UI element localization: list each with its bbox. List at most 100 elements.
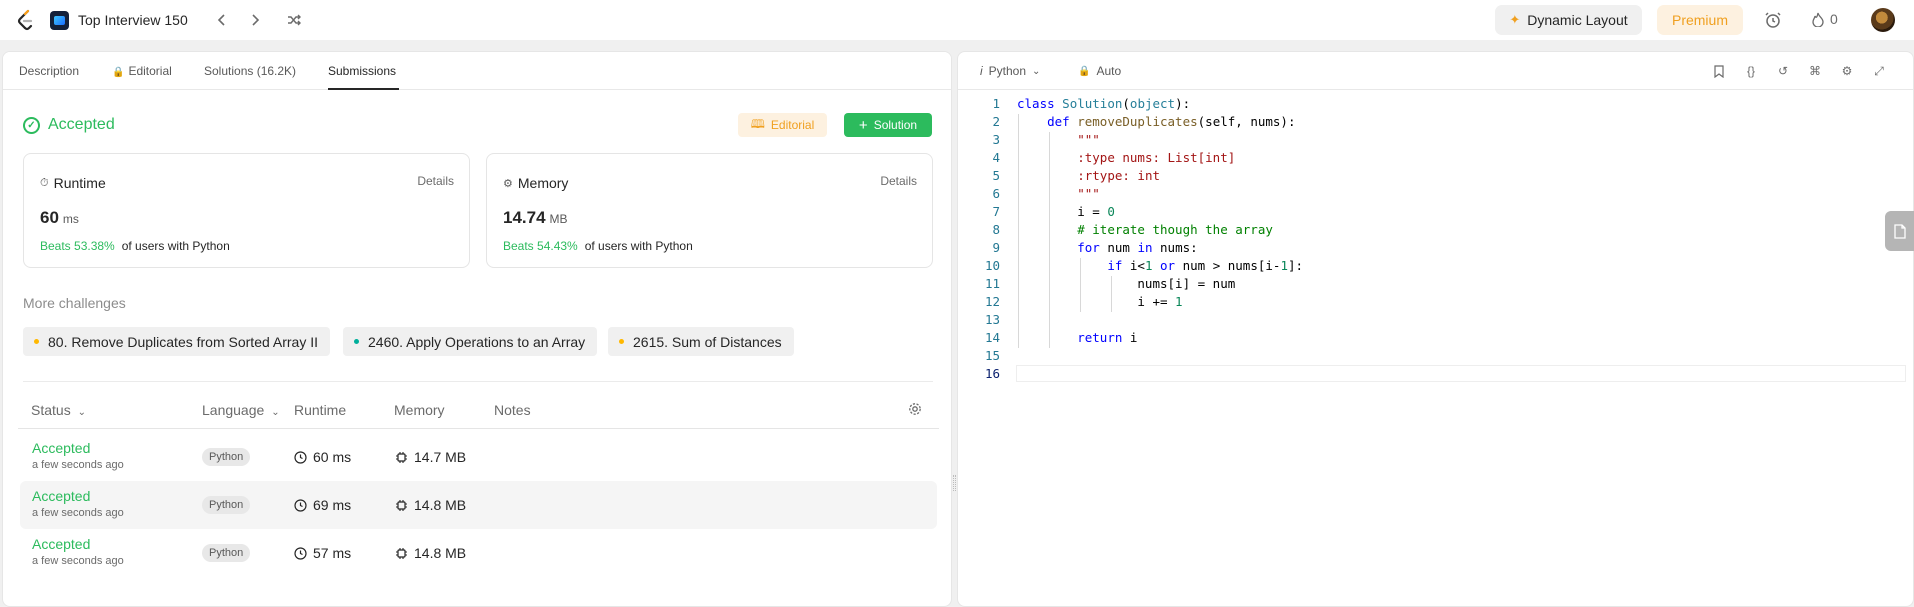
study-plan-icon[interactable] (50, 11, 69, 30)
auto-mode-label: Auto (1096, 64, 1122, 78)
format-code-icon[interactable]: {} (1743, 63, 1759, 79)
chevron-right-icon (252, 14, 260, 26)
settings-icon[interactable]: ⚙ (1839, 63, 1855, 79)
chip-icon (396, 547, 407, 559)
memory-beats-suffix: of users with Python (584, 239, 693, 253)
memory-beats-percent: Beats 54.43% (503, 239, 578, 253)
language-column-header[interactable]: Language ⌄ (202, 402, 280, 418)
code-line: i += 1 (1017, 294, 1183, 309)
row-memory: 14.7 MB (414, 449, 467, 465)
tab-description[interactable]: Description (19, 64, 79, 78)
more-challenges-heading: More challenges (23, 295, 126, 311)
row-time: a few seconds ago (32, 507, 124, 519)
memory-cell: 14.7 MB (395, 449, 466, 465)
code-line: return i (1077, 330, 1138, 345)
row-status[interactable]: Accepted (32, 488, 124, 504)
row-status[interactable]: Accepted (32, 440, 124, 456)
streak-counter[interactable]: 0 (1812, 11, 1838, 27)
table-header-divider (18, 428, 939, 429)
row-time: a few seconds ago (32, 555, 124, 567)
document-icon (1893, 223, 1906, 239)
shuffle-button[interactable] (283, 9, 305, 31)
chevron-down-icon: ⌄ (1032, 65, 1041, 77)
memory-column-header: Memory (394, 402, 445, 418)
tab-editorial-label: Editorial (128, 64, 172, 78)
code-line: :type nums: List[int] (1077, 150, 1236, 165)
dynamic-layout-button[interactable]: ✦ Dynamic Layout (1495, 5, 1642, 35)
runtime-card[interactable]: ⏱ Runtime Details 60 ms Beats 53.38% of us… (23, 153, 470, 268)
current-line-highlight (1016, 365, 1906, 382)
challenge-chip[interactable]: 2460. Apply Operations to an Array (343, 327, 598, 356)
active-tab-indicator (328, 88, 399, 90)
bookmark-icon[interactable] (1711, 63, 1727, 79)
editorial-button[interactable]: 🕮 Editorial (738, 113, 827, 137)
difficulty-dot (34, 339, 39, 344)
memory-details-link[interactable]: Details (880, 174, 917, 188)
streak-count: 0 (1830, 11, 1838, 27)
language-badge: Python (202, 448, 251, 466)
timer-button[interactable] (1762, 9, 1784, 31)
code-line: class Solution(object): (1017, 96, 1191, 111)
status-cell: Accepted a few seconds ago (32, 488, 124, 519)
code-editor-panel: i Python ⌄ 🔒 Auto {} ↺ ⌘ ⚙ ⤢ 1 2 3 4 5 6… (957, 51, 1914, 607)
post-solution-button[interactable]: + Solution (844, 113, 932, 137)
memory-card[interactable]: ⚙ Memory Details 14.74 MB Beats 54.43% of … (486, 153, 933, 268)
premium-button[interactable]: Premium (1657, 5, 1743, 35)
memory-beats: Beats 54.43% of users with Python (503, 239, 693, 253)
language-selector[interactable]: i Python ⌄ (980, 64, 1040, 78)
chevron-down-icon: ⌄ (77, 407, 86, 418)
code-line: nums[i] = num (1017, 276, 1236, 291)
tab-submissions[interactable]: Submissions (328, 64, 396, 78)
gear-icon[interactable] (908, 402, 922, 416)
code-line: if i<1 or num > nums[i-1]: (1107, 258, 1304, 273)
notes-column-header: Notes (494, 402, 531, 418)
left-panel: Description 🔒 Editorial Solutions (16.2K)… (2, 51, 952, 607)
shuffle-icon (288, 14, 301, 26)
code-line: """ (1077, 186, 1100, 201)
memory-cell: 14.8 MB (395, 497, 466, 513)
editor-toolbar: i Python ⌄ 🔒 Auto {} ↺ ⌘ ⚙ ⤢ (958, 52, 1913, 90)
row-status[interactable]: Accepted (32, 536, 124, 552)
difficulty-dot (354, 339, 359, 344)
code-line: """ (1077, 132, 1100, 147)
challenge-chip[interactable]: 2615. Sum of Distances (608, 327, 794, 356)
leetcode-logo-icon[interactable] (16, 9, 36, 31)
runtime-value: 60 (40, 208, 59, 227)
status-column-header[interactable]: Status ⌄ (31, 402, 86, 418)
user-avatar[interactable] (1871, 8, 1895, 32)
runtime-beats-percent: Beats 53.38% (40, 239, 115, 253)
check-circle-icon: ✓ (23, 116, 40, 134)
clock-icon (294, 546, 307, 560)
line-number: 12 (984, 294, 1000, 309)
next-problem-button[interactable] (244, 9, 266, 31)
fullscreen-icon[interactable]: ⤢ (1871, 63, 1887, 79)
runtime-beats: Beats 53.38% of users with Python (40, 239, 230, 253)
row-runtime: 60 ms (313, 449, 352, 465)
auto-mode-toggle[interactable]: 🔒 Auto (1078, 64, 1121, 78)
table-row[interactable]: Accepted a few seconds ago Python 69 ms … (20, 481, 937, 529)
line-number: 4 (992, 150, 1000, 165)
table-row[interactable]: Accepted a few seconds ago Python 57 ms … (20, 529, 937, 577)
reset-icon[interactable]: ↺ (1775, 63, 1791, 79)
chevron-down-icon: ⌄ (271, 407, 280, 418)
runtime-value-row: 60 ms (40, 208, 79, 228)
tab-solutions[interactable]: Solutions (16.2K) (204, 64, 296, 78)
dynamic-layout-label: Dynamic Layout (1527, 12, 1628, 28)
prev-problem-button[interactable] (211, 9, 233, 31)
line-number: 2 (992, 114, 1000, 129)
status-cell: Accepted a few seconds ago (32, 536, 124, 567)
section-divider (23, 381, 933, 382)
notes-side-tab[interactable] (1885, 211, 1914, 251)
problem-list-title[interactable]: Top Interview 150 (78, 12, 188, 28)
line-number: 6 (992, 186, 1000, 201)
challenge-chip[interactable]: 80. Remove Duplicates from Sorted Array … (23, 327, 330, 356)
submission-result-status: ✓ Accepted (23, 116, 115, 134)
runtime-details-link[interactable]: Details (417, 174, 454, 188)
runtime-cell: 57 ms (294, 545, 351, 561)
tab-editorial[interactable]: 🔒 Editorial (112, 64, 172, 78)
clock-icon (294, 498, 307, 512)
shortcuts-icon[interactable]: ⌘ (1807, 63, 1823, 79)
solution-button-label: Solution (873, 118, 918, 132)
table-row[interactable]: Accepted a few seconds ago Python 60 ms … (20, 433, 937, 481)
plus-icon: + (858, 116, 868, 134)
